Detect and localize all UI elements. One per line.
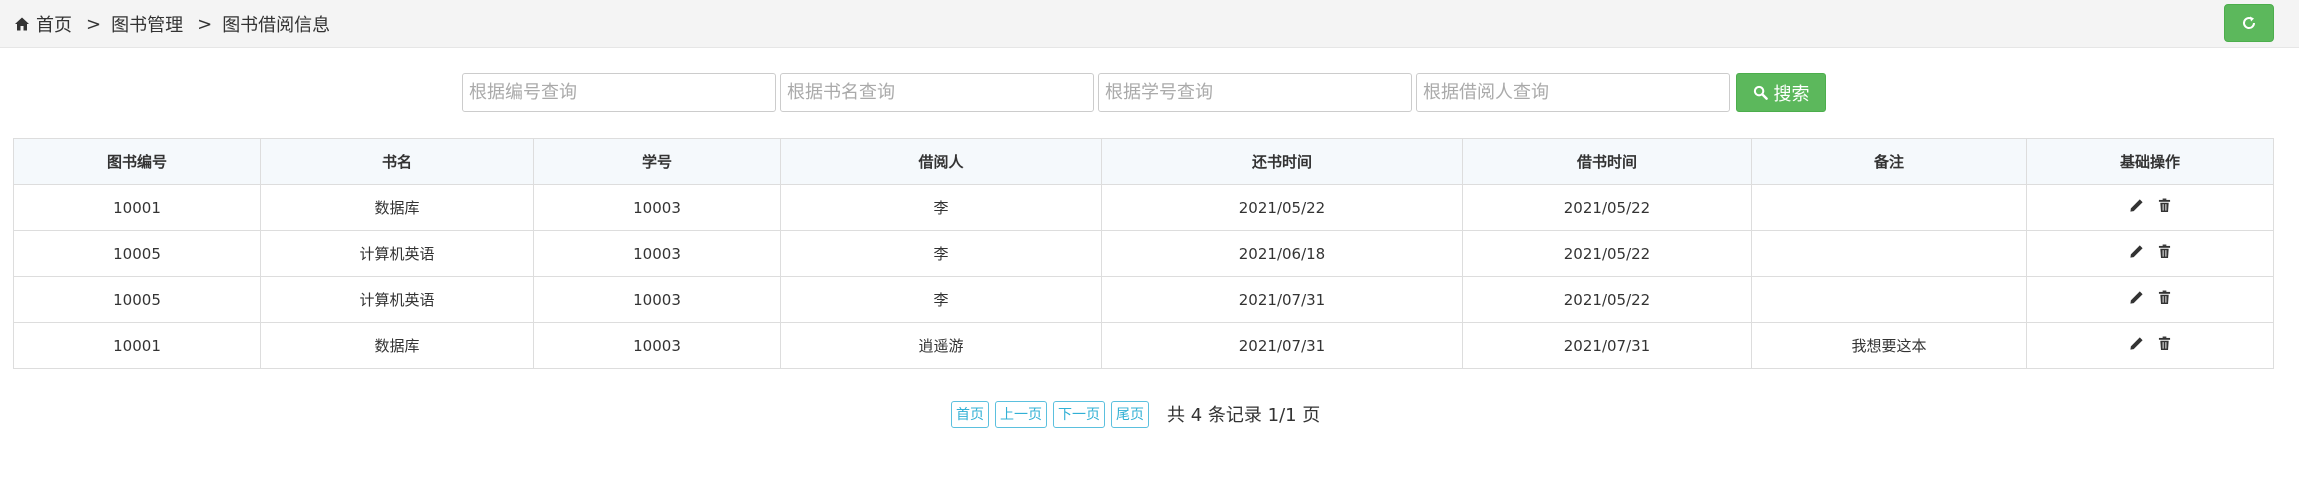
cell-student-id: 10003 (533, 322, 781, 369)
cell-remark (1751, 230, 2027, 277)
trash-icon (2158, 244, 2171, 258)
first-page-button[interactable]: 首页 (951, 400, 989, 428)
column-header: 还书时间 (1101, 138, 1463, 185)
prev-page-button[interactable]: 上一页 (995, 400, 1047, 428)
pencil-icon (2130, 199, 2143, 212)
refresh-button[interactable] (2224, 4, 2274, 42)
refresh-icon (2243, 16, 2256, 29)
edit-button[interactable] (2129, 198, 2144, 213)
cell-borrow-date: 2021/05/22 (1462, 276, 1752, 323)
last-page-button[interactable]: 尾页 (1111, 400, 1149, 428)
edit-button[interactable] (2129, 244, 2144, 259)
pencil-icon (2130, 337, 2143, 350)
cell-actions (2026, 230, 2274, 277)
edit-button[interactable] (2129, 290, 2144, 305)
cell-book-title: 计算机英语 (260, 276, 534, 323)
home-icon (15, 17, 29, 31)
edit-button[interactable] (2129, 336, 2144, 351)
cell-borrower: 李 (780, 184, 1102, 231)
cell-book-title: 数据库 (260, 322, 534, 369)
search-button-label: 搜索 (1773, 83, 1810, 105)
column-header: 基础操作 (2026, 138, 2274, 185)
pagination: 首页 上一页 下一页 尾页 共 4 条记录 1/1 页 (951, 400, 1320, 428)
cell-return-date: 2021/07/31 (1101, 322, 1463, 369)
book-id-search-input[interactable] (462, 73, 776, 112)
breadcrumb-section[interactable]: 图书管理 (111, 11, 183, 37)
next-page-button[interactable]: 下一页 (1053, 400, 1105, 428)
cell-borrow-date: 2021/05/22 (1462, 230, 1752, 277)
book-title-search-input[interactable] (780, 73, 1094, 112)
delete-button[interactable] (2158, 198, 2171, 213)
cell-book-id: 10001 (13, 322, 261, 369)
column-header: 图书编号 (13, 138, 261, 185)
column-header: 备注 (1751, 138, 2027, 185)
delete-button[interactable] (2158, 336, 2171, 351)
table-row: 10005 计算机英语 10003 李 2021/07/31 2021/05/2… (13, 276, 2274, 323)
cell-return-date: 2021/07/31 (1101, 276, 1463, 323)
breadcrumb-home-label: 首页 (36, 15, 72, 36)
breadcrumb-home[interactable]: 首页 (14, 11, 72, 37)
cell-remark: 我想要这本 (1751, 322, 2027, 369)
page-info: 共 4 条记录 1/1 页 (1167, 405, 1321, 426)
column-header: 借阅人 (780, 138, 1102, 185)
borrower-search-input[interactable] (1416, 73, 1730, 112)
breadcrumb-separator: > (197, 13, 213, 35)
trash-icon (2158, 336, 2171, 350)
column-header: 学号 (533, 138, 781, 185)
column-header: 书名 (260, 138, 534, 185)
delete-button[interactable] (2158, 244, 2171, 259)
cell-borrower: 李 (780, 230, 1102, 277)
search-icon (1753, 85, 1768, 100)
trash-icon (2158, 198, 2171, 212)
cell-student-id: 10003 (533, 230, 781, 277)
pencil-icon (2130, 245, 2143, 258)
breadcrumb-separator: > (86, 13, 102, 35)
search-bar: 搜索 (462, 73, 1826, 112)
cell-book-title: 计算机英语 (260, 230, 534, 277)
column-header: 借书时间 (1462, 138, 1752, 185)
cell-actions (2026, 322, 2274, 369)
cell-book-id: 10001 (13, 184, 261, 231)
breadcrumb-current: 图书借阅信息 (222, 15, 331, 36)
delete-button[interactable] (2158, 290, 2171, 305)
table-row: 10005 计算机英语 10003 李 2021/06/18 2021/05/2… (13, 230, 2274, 277)
cell-student-id: 10003 (533, 184, 781, 231)
breadcrumb: 首页 > 图书管理 > 图书借阅信息 (14, 10, 330, 38)
cell-book-title: 数据库 (260, 184, 534, 231)
pencil-icon (2130, 291, 2143, 304)
cell-book-id: 10005 (13, 276, 261, 323)
cell-borrower: 李 (780, 276, 1102, 323)
student-id-search-input[interactable] (1098, 73, 1412, 112)
cell-return-date: 2021/05/22 (1101, 184, 1463, 231)
search-button[interactable]: 搜索 (1736, 73, 1826, 112)
cell-actions (2026, 184, 2274, 231)
table-header-row: 图书编号 书名 学号 借阅人 还书时间 借书时间 备注 基础操作 (13, 138, 2274, 185)
cell-borrow-date: 2021/07/31 (1462, 322, 1752, 369)
cell-actions (2026, 276, 2274, 323)
cell-student-id: 10003 (533, 276, 781, 323)
trash-icon (2158, 290, 2171, 304)
table-row: 10001 数据库 10003 李 2021/05/22 2021/05/22 (13, 184, 2274, 231)
borrow-records-table: 图书编号 书名 学号 借阅人 还书时间 借书时间 备注 基础操作 10001 数… (13, 138, 2274, 369)
cell-borrower: 逍遥游 (780, 322, 1102, 369)
top-bar: 首页 > 图书管理 > 图书借阅信息 (0, 0, 2299, 48)
cell-borrow-date: 2021/05/22 (1462, 184, 1752, 231)
cell-book-id: 10005 (13, 230, 261, 277)
cell-return-date: 2021/06/18 (1101, 230, 1463, 277)
cell-remark (1751, 276, 2027, 323)
table-row: 10001 数据库 10003 逍遥游 2021/07/31 2021/07/3… (13, 322, 2274, 369)
cell-remark (1751, 184, 2027, 231)
